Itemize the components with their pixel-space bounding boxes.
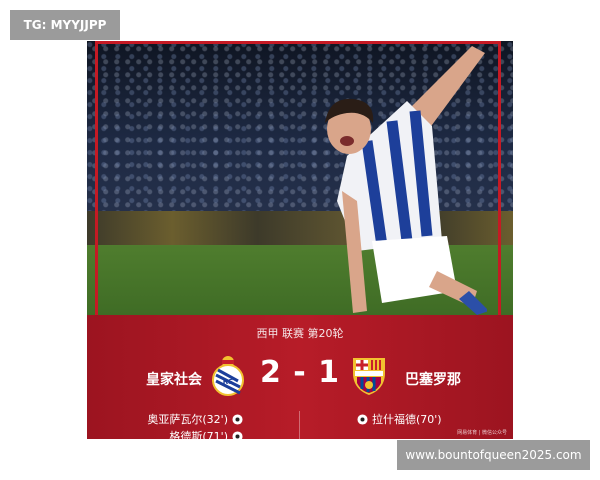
soccer-ball-icon: [232, 414, 243, 425]
scorer-name: 奥亚萨瓦尔(32'): [147, 413, 228, 426]
divider: [299, 411, 300, 439]
scorer-entry: 格德斯(71'): [147, 428, 243, 439]
source-credit: 网易体育 | 微信公众号: [457, 430, 507, 436]
red-frame: [95, 41, 501, 315]
score-separator: -: [293, 355, 307, 390]
scorer-name: 拉什福德(70'): [372, 413, 442, 426]
competition-label: 西甲 联赛 第20轮: [256, 327, 344, 340]
score-panel: 西甲 联赛 第20轮 皇家社会 RS 2 - 1 巴塞罗那 奥亚萨瓦尔(32')…: [87, 315, 513, 439]
match-poster: 西甲 联赛 第20轮 皇家社会 RS 2 - 1 巴塞罗那 奥亚萨瓦尔(32')…: [87, 41, 513, 439]
scoreline: 2 - 1: [257, 355, 343, 390]
scorer-entry: 拉什福德(70'): [357, 411, 442, 428]
watermark-tag: TG: MYYJJPP: [10, 10, 120, 40]
watermark-url: www.bountofqueen2025.com: [397, 440, 590, 470]
soccer-ball-icon: [232, 431, 243, 439]
scorer-name: 格德斯(71'): [169, 430, 228, 439]
away-team-name: 巴塞罗那: [405, 372, 461, 388]
fc-barcelona-crest-icon: [353, 358, 385, 395]
home-scorers: 奥亚萨瓦尔(32') 格德斯(71'): [147, 411, 243, 439]
away-scorers: 拉什福德(70'): [357, 411, 442, 428]
svg-text:RS: RS: [223, 378, 233, 386]
home-score: 2: [259, 355, 282, 390]
scorer-entry: 奥亚萨瓦尔(32'): [147, 411, 243, 428]
home-team-name: 皇家社会: [146, 372, 202, 388]
away-score: 1: [318, 355, 341, 390]
real-sociedad-crest-icon: RS: [212, 356, 244, 396]
soccer-ball-icon: [357, 414, 368, 425]
celebration-photo: [87, 41, 513, 315]
